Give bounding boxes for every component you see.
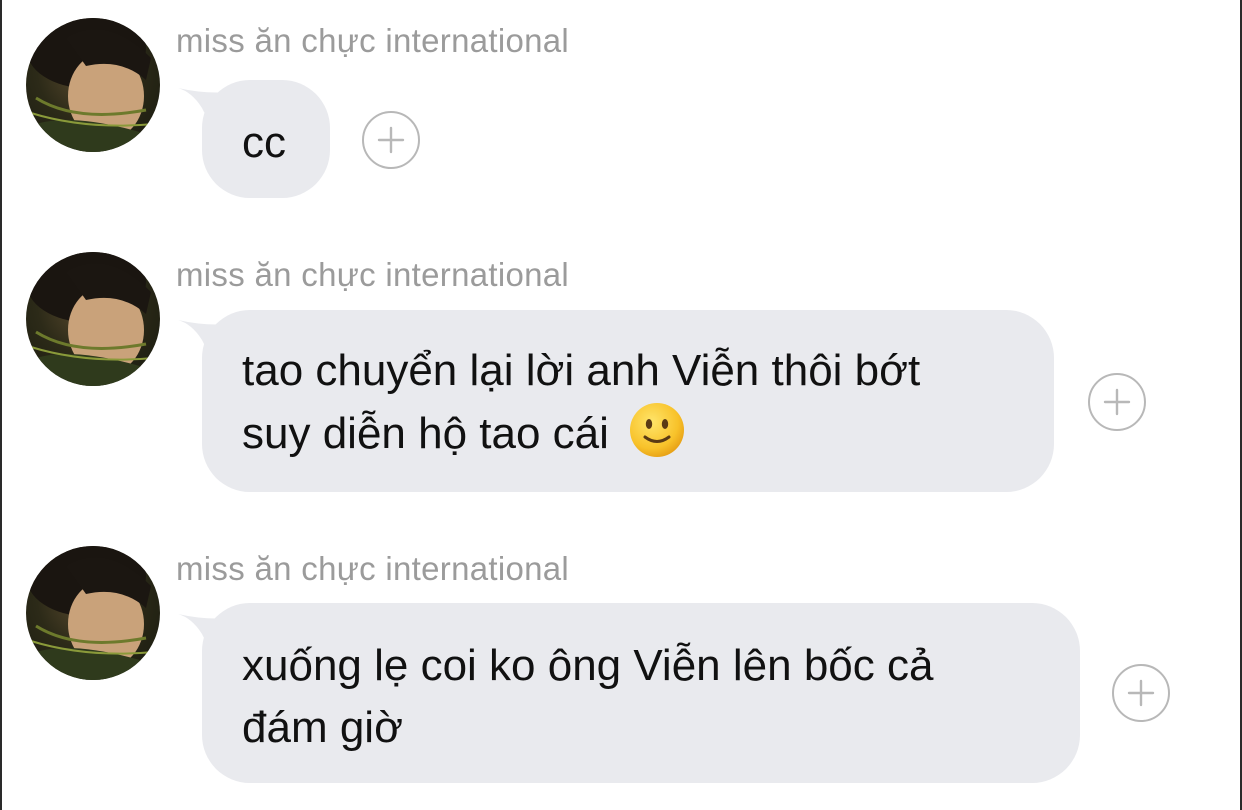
message-text-line: xuống lẹ coi ko ông Viễn lên bốc cả bbox=[242, 641, 934, 690]
sender-avatar[interactable] bbox=[26, 18, 160, 152]
plus-circle-icon bbox=[1103, 388, 1131, 416]
window-frame-left bbox=[0, 0, 2, 810]
message-bubble[interactable]: xuống lẹ coi ko ông Viễn lên bốc cả đám … bbox=[202, 603, 1080, 783]
message-bubble[interactable]: cc bbox=[202, 80, 330, 198]
add-reaction-button[interactable] bbox=[1112, 664, 1170, 722]
add-reaction-button[interactable] bbox=[362, 111, 420, 169]
message-text-line: đám giờ bbox=[242, 703, 403, 752]
slightly-smiling-face-emoji bbox=[630, 403, 685, 457]
plus-circle-icon bbox=[377, 126, 405, 154]
message-text: cc bbox=[242, 118, 286, 167]
message-text-line: tao chuyển lại lời anh Viễn thôi bớt bbox=[242, 346, 921, 395]
message-text-line-with-emoji: suy diễn hộ tao cái bbox=[242, 402, 1054, 465]
sender-name: miss ăn chực international bbox=[176, 550, 570, 587]
sender-name: miss ăn chực international bbox=[176, 256, 570, 293]
sender-avatar[interactable] bbox=[26, 546, 160, 680]
message-bubble[interactable]: tao chuyển lại lời anh Viễn thôi bớt suy… bbox=[202, 310, 1054, 492]
plus-circle-icon bbox=[1127, 679, 1155, 707]
add-reaction-button[interactable] bbox=[1088, 373, 1146, 431]
sender-name: miss ăn chực international bbox=[176, 22, 570, 59]
sender-avatar[interactable] bbox=[26, 252, 160, 386]
message-text-line: suy diễn hộ tao cái bbox=[242, 409, 609, 458]
